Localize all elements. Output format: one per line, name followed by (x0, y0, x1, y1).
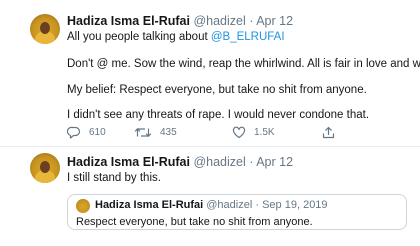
tweet-text-line-1: All you people talking about @B_ELRUFAI (67, 31, 285, 43)
quoted-tweet[interactable]: Hadiza Isma El-Rufai @hadizel · Sep 19, … (67, 194, 407, 230)
retweet-count: 435 (160, 126, 177, 138)
retweet-icon (134, 127, 152, 137)
tweet-2[interactable]: Hadiza Isma El-Rufai @hadizel · Apr 12 I… (0, 146, 420, 246)
like-button[interactable]: 1.5K (232, 124, 275, 140)
author-name[interactable]: Hadiza Isma El-Rufai (67, 155, 190, 169)
separator: · (249, 155, 254, 169)
separator: · (249, 14, 254, 28)
author-name[interactable]: Hadiza Isma El-Rufai (67, 14, 190, 28)
quote-author-name: Hadiza Isma El-Rufai (95, 199, 204, 211)
reply-button[interactable]: 610 (67, 124, 106, 140)
like-count: 1.5K (254, 126, 275, 138)
author-avatar[interactable] (30, 14, 60, 44)
tweet-header: Hadiza Isma El-Rufai @hadizel · Apr 12 (67, 155, 293, 169)
tweet-text: I still stand by this. (67, 172, 161, 184)
retweet-button[interactable]: 435 (134, 124, 177, 140)
author-avatar[interactable] (30, 153, 60, 183)
reply-count: 610 (89, 126, 106, 138)
quote-date: Sep 19, 2019 (262, 199, 328, 211)
author-handle[interactable]: @hadizel (193, 155, 245, 169)
reply-icon (67, 126, 81, 139)
quote-author-handle: @hadizel (206, 199, 253, 211)
quote-text: Respect everyone, but take no shit from … (76, 216, 313, 228)
mention-link[interactable]: @B_ELRUFAI (211, 31, 285, 43)
tweet-actions: 610 435 1.5K (67, 124, 407, 140)
tweet-text-line-4: I didn't see any threats of rape. I woul… (67, 109, 370, 121)
share-button[interactable] (322, 124, 335, 140)
share-icon (322, 126, 335, 138)
separator: · (255, 199, 260, 211)
tweet-text-line-2: Don't @ me. Sow the wind, reap the whirl… (67, 58, 420, 70)
quote-author-avatar (76, 199, 90, 213)
tweet-date[interactable]: Apr 12 (256, 14, 293, 28)
tweet-header: Hadiza Isma El-Rufai @hadizel · Apr 12 (67, 14, 293, 28)
tweet-text-line-3: My belief: Respect everyone, but take no… (67, 84, 367, 96)
tweet-date[interactable]: Apr 12 (256, 155, 293, 169)
quote-header: Hadiza Isma El-Rufai @hadizel · Sep 19, … (95, 199, 328, 211)
text-prefix: All you people talking about (67, 31, 208, 43)
heart-icon (232, 126, 246, 138)
author-handle[interactable]: @hadizel (193, 14, 245, 28)
tweet-1[interactable]: Hadiza Isma El-Rufai @hadizel · Apr 12 A… (0, 0, 420, 146)
